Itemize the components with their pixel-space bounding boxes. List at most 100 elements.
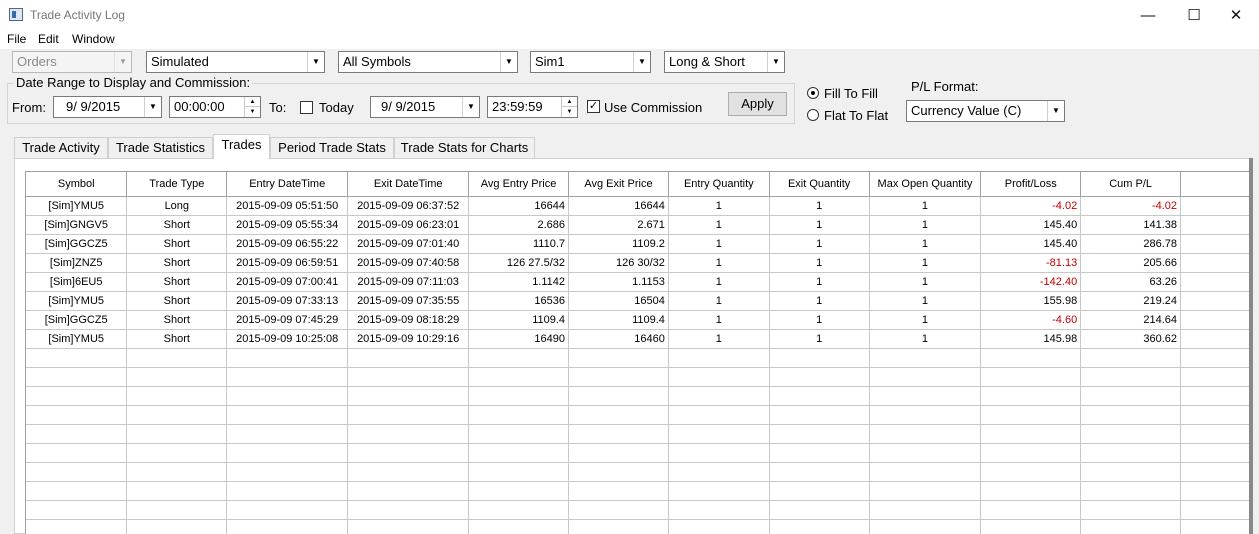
- column-header-avg-exit-price[interactable]: Avg Exit Price: [568, 172, 669, 197]
- table-row[interactable]: [Sim]YMU5 Short 2015-09-09 07:33:13 2015-09…: [26, 291, 1251, 311]
- cell-profit-loss[interactable]: 155.98: [980, 291, 1082, 311]
- column-header-symbol[interactable]: Symbol: [26, 172, 128, 197]
- chevron-down-icon[interactable]: ▼: [462, 97, 479, 117]
- cell-max-open-quantity[interactable]: 1: [869, 234, 982, 254]
- cell-entry-quantity[interactable]: 1: [668, 310, 770, 330]
- column-header-max-open-quantity[interactable]: Max Open Quantity: [869, 172, 982, 197]
- cell-trade-type[interactable]: Short: [126, 234, 228, 254]
- chevron-down-icon[interactable]: ▼: [307, 52, 324, 72]
- cell-cum-pl[interactable]: 63.26: [1080, 272, 1182, 292]
- fill-to-fill-radio[interactable]: [807, 87, 819, 99]
- fill-to-fill-label[interactable]: Fill To Fill: [824, 86, 878, 101]
- cell-profit-loss[interactable]: -4.60: [980, 310, 1082, 330]
- cell-symbol[interactable]: [Sim]YMU5: [26, 329, 128, 349]
- tab-trades[interactable]: Trades: [213, 134, 270, 159]
- cell-exit-quantity[interactable]: 1: [769, 253, 870, 273]
- cell-exit-quantity[interactable]: 1: [769, 291, 870, 311]
- cell-entry-quantity[interactable]: 1: [668, 291, 770, 311]
- cell-entry-datetime[interactable]: 2015-09-09 06:55:22: [226, 234, 349, 254]
- cell-entry-datetime[interactable]: 2015-09-09 07:33:13: [226, 291, 349, 311]
- today-label[interactable]: Today: [319, 100, 354, 115]
- cell-entry-datetime[interactable]: 2015-09-09 07:00:41: [226, 272, 349, 292]
- cell-trade-type[interactable]: Short: [126, 253, 228, 273]
- to-time-spinner[interactable]: 23:59:59 ▲ ▼: [487, 96, 578, 118]
- cell-exit-datetime[interactable]: 2015-09-09 08:18:29: [347, 310, 470, 330]
- cell-avg-entry-price[interactable]: 2.686: [468, 215, 570, 235]
- cell-max-open-quantity[interactable]: 1: [869, 329, 982, 349]
- cell-profit-loss[interactable]: -81.13: [980, 253, 1082, 273]
- table-row[interactable]: [Sim]GGCZ5 Short 2015-09-09 06:55:22 2015-0…: [26, 234, 1251, 254]
- use-commission-label[interactable]: Use Commission: [604, 100, 702, 115]
- cell-symbol[interactable]: [Sim]YMU5: [26, 291, 128, 311]
- from-date-picker[interactable]: 9/ 9/2015 ▼: [53, 96, 162, 118]
- cell-entry-quantity[interactable]: 1: [668, 329, 770, 349]
- tab-trade-stats-for-charts[interactable]: Trade Stats for Charts: [394, 137, 535, 158]
- column-header-cum-pl[interactable]: Cum P/L: [1080, 172, 1182, 197]
- cell-avg-exit-price[interactable]: 16504: [568, 291, 669, 311]
- cell-max-open-quantity[interactable]: 1: [869, 196, 982, 216]
- cell-exit-datetime[interactable]: 2015-09-09 07:40:58: [347, 253, 470, 273]
- cell-avg-exit-price[interactable]: 1109.2: [568, 234, 669, 254]
- cell-max-open-quantity[interactable]: 1: [869, 272, 982, 292]
- cell-avg-exit-price[interactable]: 126 30/32: [568, 253, 669, 273]
- cell-exit-quantity[interactable]: 1: [769, 234, 870, 254]
- table-row[interactable]: [Sim]6EU5 Short 2015-09-09 07:00:41 2015-09…: [26, 272, 1251, 292]
- cell-exit-quantity[interactable]: 1: [769, 310, 870, 330]
- cell-avg-entry-price[interactable]: 1110.7: [468, 234, 570, 254]
- cell-entry-quantity[interactable]: 1: [668, 196, 770, 216]
- cell-trade-type[interactable]: Short: [126, 215, 228, 235]
- tab-period-trade-stats[interactable]: Period Trade Stats: [270, 137, 394, 158]
- cell-avg-entry-price[interactable]: 1109.4: [468, 310, 570, 330]
- cell-symbol[interactable]: [Sim]GGCZ5: [26, 310, 128, 330]
- cell-entry-datetime[interactable]: 2015-09-09 10:25:08: [226, 329, 349, 349]
- maximize-icon[interactable]: ☐: [1171, 0, 1217, 30]
- table-row[interactable]: [Sim]ZNZ5 Short 2015-09-09 06:59:51 2015-09…: [26, 253, 1251, 273]
- tab-trade-statistics[interactable]: Trade Statistics: [108, 137, 213, 158]
- cell-symbol[interactable]: [Sim]YMU5: [26, 196, 128, 216]
- cell-max-open-quantity[interactable]: 1: [869, 291, 982, 311]
- from-time-spinner[interactable]: 00:00:00 ▲ ▼: [169, 96, 261, 118]
- to-date-picker[interactable]: 9/ 9/2015 ▼: [370, 96, 480, 118]
- chevron-down-icon[interactable]: ▼: [1047, 101, 1064, 121]
- apply-button[interactable]: Apply: [728, 92, 787, 116]
- cell-entry-datetime[interactable]: 2015-09-09 06:59:51: [226, 253, 349, 273]
- column-header-exit-quantity[interactable]: Exit Quantity: [769, 172, 870, 197]
- cell-symbol[interactable]: [Sim]6EU5: [26, 272, 128, 292]
- cell-exit-quantity[interactable]: 1: [769, 215, 870, 235]
- cell-avg-entry-price[interactable]: 16644: [468, 196, 570, 216]
- cell-exit-datetime[interactable]: 2015-09-09 07:11:03: [347, 272, 470, 292]
- cell-entry-datetime[interactable]: 2015-09-09 05:55:34: [226, 215, 349, 235]
- cell-exit-quantity[interactable]: 1: [769, 196, 870, 216]
- cell-exit-datetime[interactable]: 2015-09-09 10:29:16: [347, 329, 470, 349]
- cell-trade-type[interactable]: Short: [126, 329, 228, 349]
- cell-max-open-quantity[interactable]: 1: [869, 215, 982, 235]
- cell-avg-entry-price[interactable]: 16536: [468, 291, 570, 311]
- mode-select[interactable]: Simulated ▼: [146, 51, 325, 73]
- flat-to-flat-label[interactable]: Flat To Flat: [824, 108, 888, 123]
- cell-cum-pl[interactable]: 205.66: [1080, 253, 1182, 273]
- column-header-entry-datetime[interactable]: Entry DateTime: [226, 172, 349, 197]
- table-row[interactable]: [Sim]YMU5 Short 2015-09-09 10:25:08 2015-09…: [26, 329, 1251, 349]
- cell-trade-type[interactable]: Short: [126, 272, 228, 292]
- chevron-down-icon[interactable]: ▼: [767, 52, 784, 72]
- direction-select[interactable]: Long & Short ▼: [664, 51, 785, 73]
- spin-down-icon[interactable]: ▼: [244, 107, 260, 117]
- table-row[interactable]: [Sim]GGCZ5 Short 2015-09-09 07:45:29 2015-0…: [26, 310, 1251, 330]
- cell-avg-entry-price[interactable]: 126 27.5/32: [468, 253, 570, 273]
- cell-entry-quantity[interactable]: 1: [668, 234, 770, 254]
- cell-symbol[interactable]: [Sim]GNGV5: [26, 215, 128, 235]
- cell-symbol[interactable]: [Sim]ZNZ5: [26, 253, 128, 273]
- cell-exit-datetime[interactable]: 2015-09-09 06:37:52: [347, 196, 470, 216]
- cell-entry-quantity[interactable]: 1: [668, 253, 770, 273]
- cell-max-open-quantity[interactable]: 1: [869, 310, 982, 330]
- minimize-icon[interactable]: —: [1125, 0, 1171, 30]
- cell-avg-exit-price[interactable]: 16460: [568, 329, 669, 349]
- cell-cum-pl[interactable]: 286.78: [1080, 234, 1182, 254]
- today-checkbox[interactable]: [300, 101, 313, 114]
- tab-trade-activity[interactable]: Trade Activity: [14, 137, 108, 158]
- cell-profit-loss[interactable]: 145.40: [980, 215, 1082, 235]
- chevron-down-icon[interactable]: ▼: [633, 52, 650, 72]
- table-row[interactable]: [Sim]GNGV5 Short 2015-09-09 05:55:34 2015-0…: [26, 215, 1251, 235]
- symbols-select[interactable]: All Symbols ▼: [338, 51, 518, 73]
- column-header-avg-entry-price[interactable]: Avg Entry Price: [468, 172, 570, 197]
